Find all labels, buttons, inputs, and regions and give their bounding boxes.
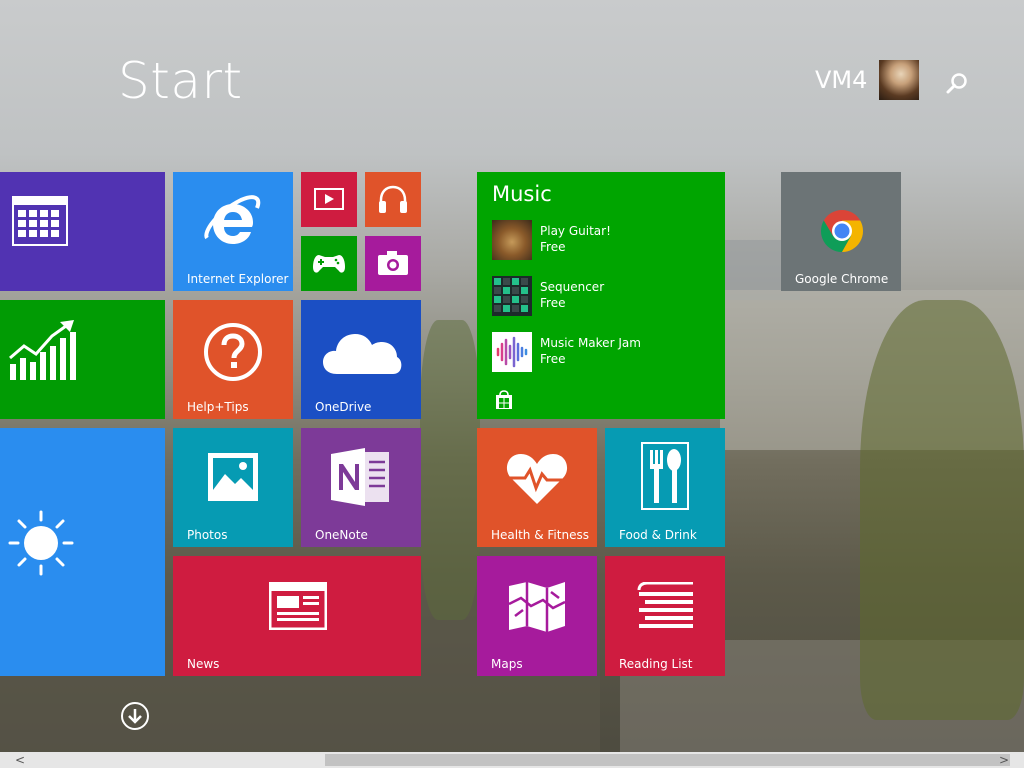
tile-label: Help+Tips [187,400,249,414]
music-item-price: Free [540,296,566,310]
sun-icon [8,510,74,576]
music-item-play-guitar[interactable]: Play Guitar! Free [492,220,712,262]
camera-icon [378,251,408,275]
chrome-icon [820,210,864,252]
map-icon [508,582,566,632]
user-avatar[interactable] [879,60,919,100]
tile-label: Food & Drink [619,528,697,542]
video-icon [314,188,344,210]
news-icon [269,582,327,630]
scroll-left-button[interactable]: < [0,752,40,768]
music-item-name: Play Guitar! [540,224,611,238]
onenote-icon [331,448,389,506]
tile-label: Internet Explorer [187,272,289,286]
tile-label: Google Chrome [795,272,889,286]
tile-label: Reading List [619,657,693,671]
internet-explorer-icon [204,195,261,244]
tile-label: OneDrive [315,400,372,414]
scroll-thumb[interactable] [325,754,1010,766]
music-item-name: Sequencer [540,280,605,294]
music-item-name: Music Maker Jam [540,336,641,350]
heart-pulse-icon [506,454,568,504]
user-name[interactable]: VM4 [815,66,867,94]
music-item-price: Free [540,240,566,254]
tile-label: OneNote [315,528,368,542]
music-item-music-maker-jam[interactable]: Music Maker Jam Free [492,332,712,374]
tile-label: Health & Fitness [491,528,589,542]
chart-up-icon [9,320,76,380]
tile-health-fitness[interactable]: Health & Fitness [477,428,597,547]
music-item-sequencer[interactable]: Sequencer Free [492,276,712,318]
cloud-icon [323,334,402,374]
help-question-icon [204,323,262,381]
tile-help-tips[interactable]: Help+Tips [173,300,293,419]
store-bag-icon [496,390,512,409]
tile-calendar[interactable] [0,172,165,291]
tile-label: News [187,657,220,671]
calendar-icon [12,196,68,246]
guitar-app-icon [492,220,532,260]
tile-camera[interactable] [365,236,421,291]
horizontal-scrollbar[interactable]: < > [0,752,1024,768]
music-tile-title: Music [492,182,552,206]
tile-internet-explorer[interactable]: Internet Explorer [173,172,293,291]
tile-news[interactable]: News [173,556,421,676]
tile-reading-list[interactable]: Reading List [605,556,725,676]
tile-finance[interactable] [0,300,165,419]
tile-video[interactable] [301,172,357,227]
music-maker-jam-icon [492,332,532,372]
music-item-price: Free [540,352,566,366]
tile-music-small[interactable] [365,172,421,227]
tile-onedrive[interactable]: OneDrive [301,300,421,419]
photo-icon [208,453,258,501]
headphones-icon [379,185,407,213]
tile-maps[interactable]: Maps [477,556,597,676]
tile-games[interactable] [301,236,357,291]
reading-list-icon [637,582,693,628]
tile-weather[interactable] [0,428,165,676]
arrow-down-circle-icon[interactable] [120,701,150,731]
sequencer-app-icon [492,276,532,316]
tile-onenote[interactable]: OneNote [301,428,421,547]
tile-google-chrome[interactable]: Google Chrome [781,172,901,291]
tile-label: Photos [187,528,228,542]
scroll-track[interactable] [40,752,1010,768]
scroll-right-button[interactable]: > [984,752,1024,768]
fork-spoon-icon [641,442,689,510]
tile-music[interactable]: Music Play Guitar! Free Sequencer Free M… [477,172,725,419]
tile-label: Maps [491,657,523,671]
xbox-controller-icon [313,255,345,273]
tile-food-drink[interactable]: Food & Drink [605,428,725,547]
tile-photos[interactable]: Photos [173,428,293,547]
page-title: Start [118,52,243,110]
search-icon[interactable] [944,70,970,96]
